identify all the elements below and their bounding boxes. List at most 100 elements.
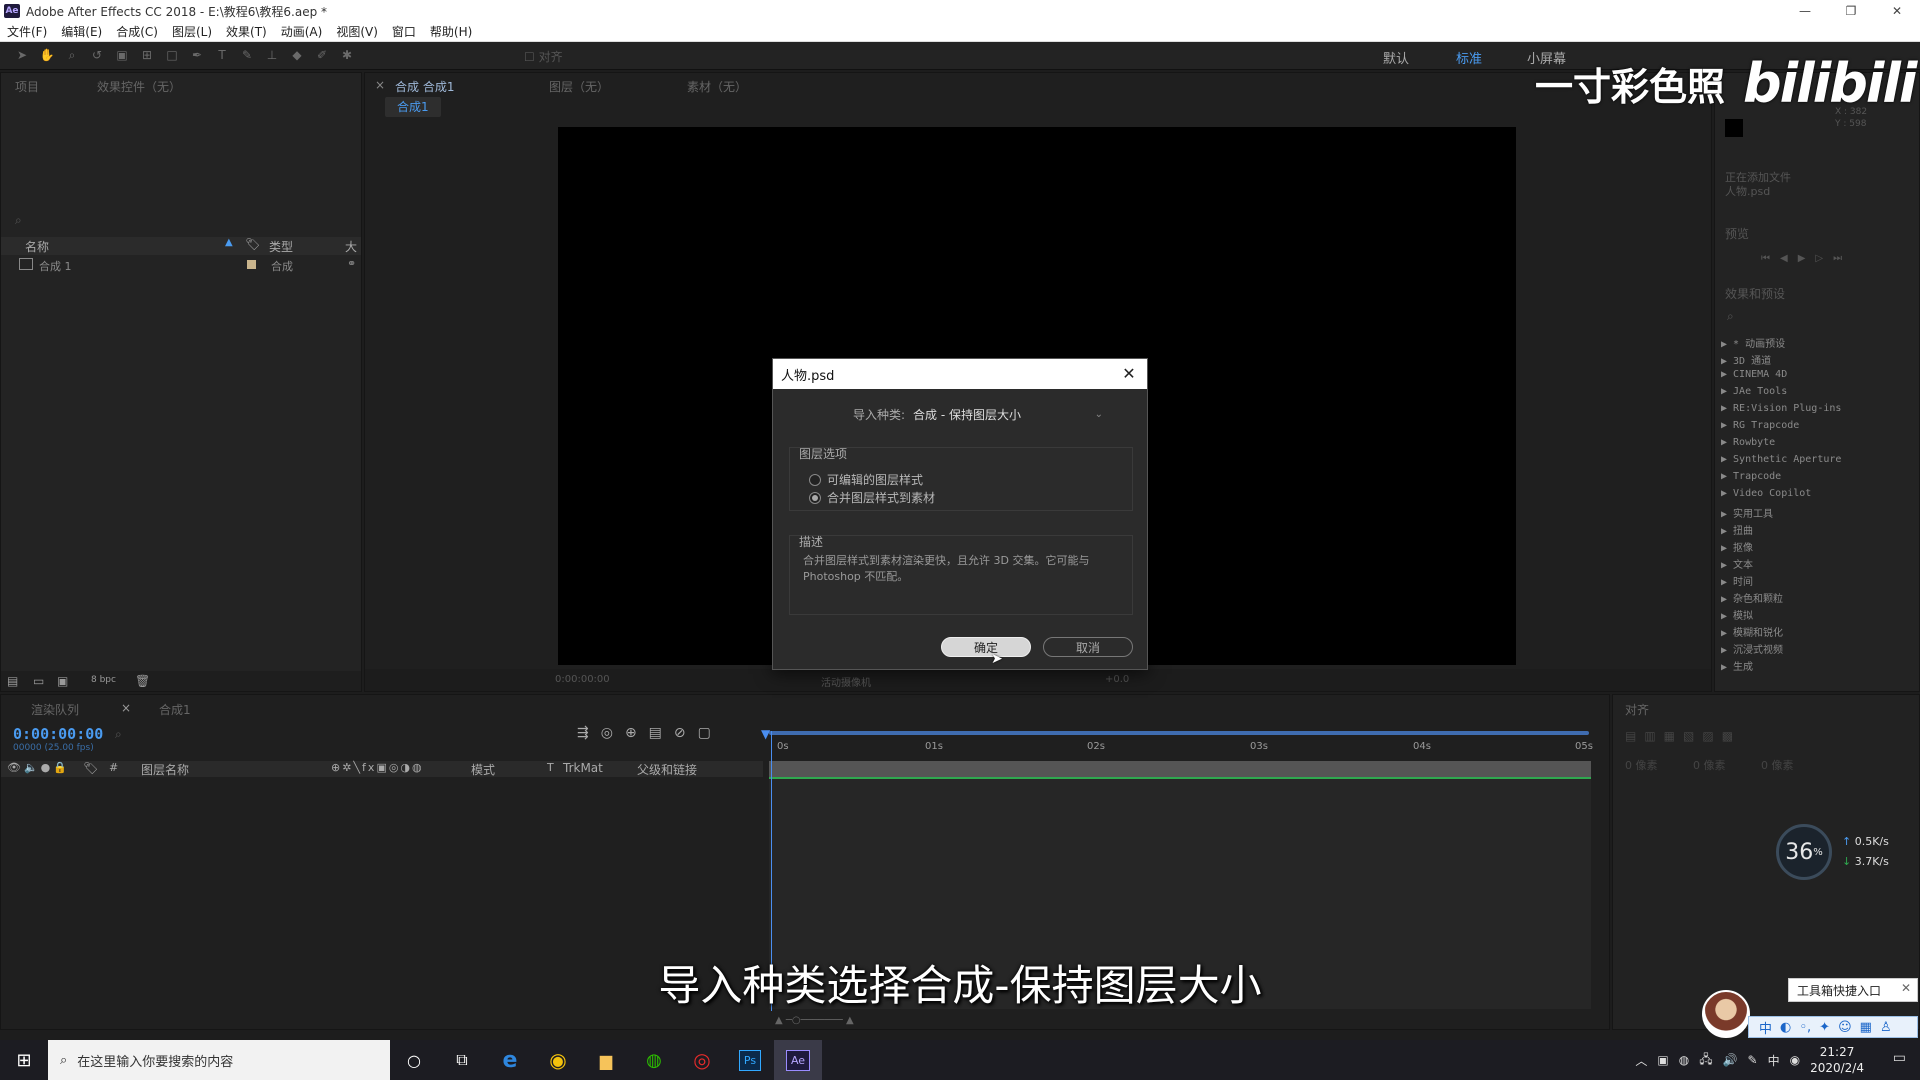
delete-icon[interactable]: 🗑	[135, 674, 150, 688]
windows-start-icon[interactable]: ⊞	[0, 1040, 48, 1080]
hand-tool-icon[interactable]: ✋	[39, 47, 55, 63]
chrome-icon[interactable]: ◉	[534, 1040, 582, 1080]
exposure-value[interactable]: +0.0	[1105, 674, 1129, 685]
ime-grid-icon[interactable]: ▦	[1860, 1020, 1872, 1035]
column-parent[interactable]: 父级和链接	[637, 761, 697, 778]
rotate-tool-icon[interactable]: ↺	[89, 47, 105, 63]
effects-category[interactable]: ▶ 扭曲	[1721, 522, 1753, 537]
tab-footage[interactable]: 素材（无）	[687, 78, 747, 95]
tab-project[interactable]: 项目	[15, 78, 39, 95]
preview-controls[interactable]: ⏮◀▶▷⏭	[1761, 253, 1852, 264]
menu-layer[interactable]: 图层(L)	[165, 23, 219, 40]
effects-category[interactable]: ▶ 3D 通道	[1721, 352, 1771, 367]
effects-category[interactable]: ▶ 杂色和颗粒	[1721, 590, 1783, 605]
ime-tools-icon[interactable]: ✦	[1819, 1020, 1830, 1035]
after-effects-icon[interactable]: Ae	[774, 1040, 822, 1080]
column-type[interactable]: 类型	[269, 238, 293, 255]
ime-toolbar[interactable]: 中 ◐ ◦, ✦ ☺ ▦ ♙	[1748, 1016, 1918, 1038]
netease-music-icon[interactable]: ◎	[678, 1040, 726, 1080]
effects-search-icon[interactable]: ⌕	[1727, 309, 1734, 324]
menu-composition[interactable]: 合成(C)	[109, 23, 165, 40]
taskbar-search-box[interactable]: ⌕ 在这里输入你要搜索的内容	[48, 1040, 390, 1080]
volume-icon[interactable]: 🔊	[1723, 1053, 1738, 1067]
effects-category[interactable]: ▶ CINEMA 4D	[1721, 369, 1787, 380]
ok-button[interactable]: 确定	[941, 637, 1031, 657]
effects-category[interactable]: ▶ 实用工具	[1721, 505, 1773, 520]
viewer-timecode[interactable]: 0:00:00:00	[555, 674, 610, 685]
ime-chinese-mode[interactable]: 中	[1759, 1018, 1772, 1037]
time-ruler[interactable]: 0s 01s 02s 03s 04s 05s	[769, 731, 1593, 761]
menu-animation[interactable]: 动画(A)	[274, 23, 330, 40]
flowchart-icon[interactable]: ⚭	[347, 257, 356, 270]
menu-window[interactable]: 窗口	[385, 23, 423, 40]
task-view-icon[interactable]: ⧉	[438, 1040, 486, 1080]
layer-search-icon[interactable]: ⌕	[115, 727, 122, 742]
effects-category[interactable]: ▶ JAe Tools	[1721, 386, 1787, 397]
close-timeline-tab-icon[interactable]: ×	[121, 701, 131, 715]
effects-presets-title[interactable]: 效果和预设	[1725, 285, 1785, 302]
import-kind-select[interactable]: 合成 - 保持图层大小 ⌄	[913, 405, 1103, 423]
pen-icon[interactable]: ✎	[1748, 1053, 1758, 1067]
align-buttons[interactable]: ▤▥▦▧▨▩	[1625, 729, 1741, 743]
ime-indicator[interactable]: 中	[1768, 1052, 1780, 1069]
column-name[interactable]: 名称	[25, 238, 49, 255]
menu-view[interactable]: 视图(V)	[329, 23, 385, 40]
network-icon[interactable]: 🖧	[1699, 1050, 1712, 1071]
project-item-row[interactable]: 合成 1 合成 ⚭	[1, 257, 361, 273]
tab-layer[interactable]: 图层（无）	[549, 78, 609, 95]
effects-category[interactable]: ▶ * 动画预设	[1721, 335, 1785, 350]
effects-category[interactable]: ▶ 沉浸式视频	[1721, 641, 1783, 656]
tray-ime-icon[interactable]: ◉	[1790, 1053, 1800, 1067]
wechat-tray-icon[interactable]: ◍	[1679, 1053, 1689, 1067]
pan-behind-tool-icon[interactable]: ⊞	[139, 47, 155, 63]
camera-tool-icon[interactable]: ▣	[114, 47, 130, 63]
workspace-default[interactable]: 默认	[1383, 48, 1409, 67]
workspace-standard[interactable]: 标准	[1456, 48, 1482, 67]
bit-depth-button[interactable]: 8 bpc	[91, 675, 116, 685]
column-mode[interactable]: 模式	[471, 761, 495, 778]
menu-help[interactable]: 帮助(H)	[423, 23, 479, 40]
toolbox-popup[interactable]: 工具箱快捷入口 ✕	[1788, 978, 1918, 1002]
tray-app-icon[interactable]: ▣	[1657, 1053, 1668, 1067]
ime-user-icon[interactable]: ♙	[1880, 1020, 1892, 1035]
column-layer-name[interactable]: 图层名称	[141, 761, 189, 778]
tab-effect-controls[interactable]: 效果控件（无）	[97, 78, 181, 95]
new-folder-icon[interactable]: ▭	[33, 674, 44, 688]
maximize-button[interactable]: ❐	[1828, 0, 1874, 22]
tab-timeline-comp[interactable]: 合成1	[159, 701, 191, 718]
tab-composition[interactable]: 合成 合成1	[395, 78, 454, 95]
preview-title[interactable]: 预览	[1725, 225, 1749, 242]
new-composition-icon[interactable]: ▣	[57, 674, 68, 688]
file-explorer-icon[interactable]: ▆	[582, 1040, 630, 1080]
assistant-avatar[interactable]	[1702, 990, 1750, 1038]
eraser-tool-icon[interactable]: ◆	[289, 47, 305, 63]
project-search-icon[interactable]: ⌕	[15, 213, 22, 228]
tab-render-queue[interactable]: 渲染队列	[31, 701, 79, 718]
column-trkmat[interactable]: TrkMat	[563, 761, 603, 775]
effects-category[interactable]: ▶ Trapcode	[1721, 471, 1781, 482]
toolbox-close-icon[interactable]: ✕	[1901, 981, 1911, 995]
effects-category[interactable]: ▶ 抠像	[1721, 539, 1753, 554]
effects-category[interactable]: ▶ 模糊和锐化	[1721, 624, 1783, 639]
menu-edit[interactable]: 编辑(E)	[54, 23, 109, 40]
effects-category[interactable]: ▶ 文本	[1721, 556, 1753, 571]
effects-category[interactable]: ▶ 时间	[1721, 573, 1753, 588]
brush-tool-icon[interactable]: ✎	[239, 47, 255, 63]
pen-tool-icon[interactable]: ✒	[189, 47, 205, 63]
puppet-tool-icon[interactable]: ✱	[339, 47, 355, 63]
close-tab-icon[interactable]: ×	[375, 78, 385, 92]
chevron-up-icon[interactable]: ︿	[1635, 1052, 1647, 1069]
effects-category[interactable]: ▶ RG Trapcode	[1721, 420, 1799, 431]
composition-duration-bar[interactable]	[769, 761, 1591, 777]
network-speed-widget[interactable]: 36% ↑ 0.5K/s ↓ 3.7K/s	[1776, 824, 1916, 880]
ime-punctuation-icon[interactable]: ◦,	[1799, 1020, 1811, 1035]
zoom-slider[interactable]: ▲ ─○─────── ▲	[775, 1015, 854, 1026]
camera-select[interactable]: 活动摄像机	[821, 674, 871, 689]
effects-category[interactable]: ▶ RE:Vision Plug-ins	[1721, 403, 1841, 414]
timeline-timecode[interactable]: 0:00:00:00	[13, 725, 103, 743]
align-title[interactable]: 对齐	[1625, 701, 1649, 718]
column-size[interactable]: 大	[345, 238, 357, 255]
menu-effect[interactable]: 效果(T)	[219, 23, 274, 40]
close-window-button[interactable]: ✕	[1874, 0, 1920, 22]
selection-tool-icon[interactable]: ➤	[14, 47, 30, 63]
